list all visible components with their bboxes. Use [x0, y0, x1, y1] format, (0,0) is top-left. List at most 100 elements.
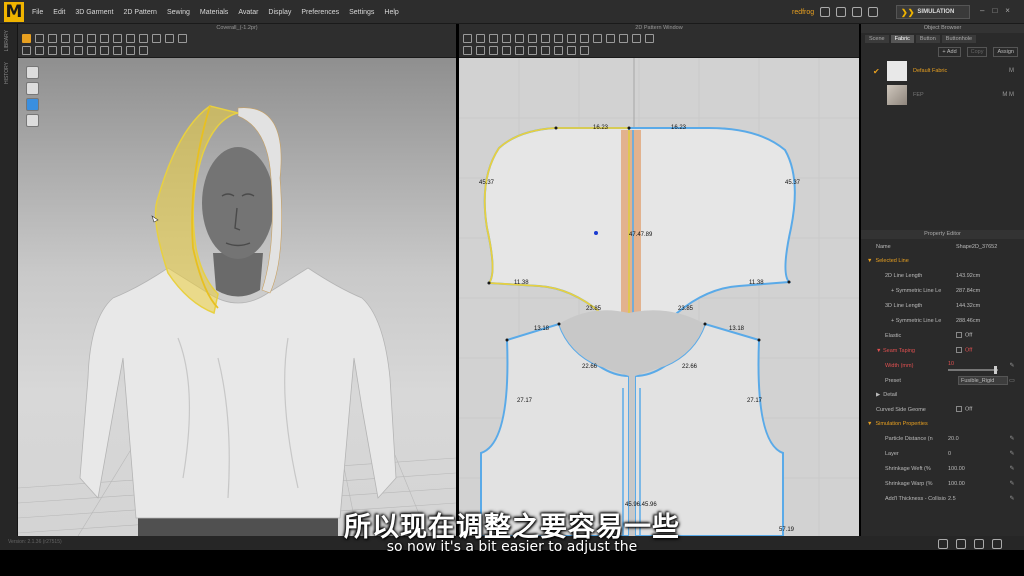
minimize-button[interactable]: –: [980, 6, 984, 15]
view-tool-avatar-icon[interactable]: [26, 66, 39, 79]
slider-thumb[interactable]: [994, 365, 997, 374]
measure-tool-icon[interactable]: [113, 34, 122, 43]
menu-avatar[interactable]: Avatar: [238, 9, 258, 16]
wireframe-icon[interactable]: [126, 46, 135, 55]
help-icon[interactable]: [852, 7, 863, 17]
2d-trace-icon[interactable]: [502, 46, 511, 55]
fabric-item-default[interactable]: ✔ Default Fabric M: [861, 59, 1024, 83]
camera-view-icon[interactable]: [139, 46, 148, 55]
hood-piece-right[interactable]: [628, 127, 796, 344]
maximize-button[interactable]: □: [992, 6, 997, 15]
2d-measure-icon[interactable]: [632, 34, 641, 43]
strain-map-icon[interactable]: [61, 46, 70, 55]
tack-tool-icon[interactable]: [126, 34, 135, 43]
pe-preset-select[interactable]: Fusible_Rigid: [958, 376, 1008, 385]
box-pin-icon[interactable]: [74, 34, 83, 43]
zipper-tool-icon[interactable]: [152, 34, 161, 43]
pe-curved-toggle[interactable]: Off: [956, 406, 1016, 413]
tab-buttonhole[interactable]: Buttonhole: [941, 35, 977, 43]
2d-offset-icon[interactable]: [476, 46, 485, 55]
2d-seam-icon[interactable]: [554, 34, 563, 43]
2d-zipper-icon[interactable]: [541, 46, 550, 55]
2d-internal-line-icon[interactable]: [463, 46, 472, 55]
pe-width-value[interactable]: 10: [948, 361, 1008, 367]
2d-hole-icon[interactable]: [515, 46, 524, 55]
tab-button[interactable]: Button: [915, 35, 940, 43]
move-tool-icon[interactable]: [22, 34, 31, 43]
library-tab[interactable]: LIBRARY: [4, 30, 10, 51]
2d-free-sew-icon[interactable]: [580, 34, 589, 43]
menu-display[interactable]: Display: [268, 9, 291, 16]
pe-thickness-value[interactable]: 2.5: [948, 496, 1008, 502]
eyedropper-icon[interactable]: ✎: [1008, 495, 1016, 502]
menu-3d-garment[interactable]: 3D Garment: [75, 9, 113, 16]
pe-selected-line-section[interactable]: ▼ Selected Line: [861, 254, 1024, 268]
user-icon[interactable]: [868, 7, 879, 17]
user-name[interactable]: redfrog: [792, 9, 814, 16]
menu-materials[interactable]: Materials: [200, 9, 228, 16]
3d-viewport[interactable]: [18, 58, 456, 536]
simulation-button[interactable]: ❯❯ SIMULATION: [896, 5, 970, 19]
transform-tool-icon[interactable]: [48, 34, 57, 43]
2d-annotate-icon[interactable]: [645, 34, 654, 43]
eyedropper-icon[interactable]: ✎: [1008, 465, 1016, 472]
fit-map-icon[interactable]: [74, 46, 83, 55]
garment-display-icon[interactable]: [35, 46, 44, 55]
folder-icon[interactable]: ▭: [1008, 377, 1016, 384]
menu-file[interactable]: File: [32, 9, 43, 16]
texture-tool-icon[interactable]: [178, 34, 187, 43]
2d-dart-icon[interactable]: [541, 34, 550, 43]
menu-2d-pattern[interactable]: 2D Pattern: [123, 9, 156, 16]
2d-segment-sew-icon[interactable]: [567, 34, 576, 43]
2d-pleat-icon[interactable]: [528, 46, 537, 55]
2d-edit-point-icon[interactable]: [476, 34, 485, 43]
2d-rectangle-icon[interactable]: [515, 34, 524, 43]
2d-circle-icon[interactable]: [528, 34, 537, 43]
2d-pin-icon[interactable]: [567, 46, 576, 55]
tab-fabric[interactable]: Fabric: [890, 35, 914, 43]
select-tool-icon[interactable]: [35, 34, 44, 43]
eyedropper-icon[interactable]: ✎: [1008, 480, 1016, 487]
pe-simulation-section[interactable]: ▼ Simulation Properties: [861, 417, 1024, 431]
2d-curve-icon[interactable]: [489, 34, 498, 43]
view-tool-texture-icon[interactable]: [26, 98, 39, 111]
2d-select-icon[interactable]: [463, 34, 472, 43]
add-fabric-button[interactable]: + Add: [938, 47, 961, 57]
tab-scene[interactable]: Scene: [865, 35, 889, 43]
2d-pattern-viewport[interactable]: 16.23 16.23 45.37 45.37 11.38 11.38 23.8…: [459, 58, 859, 536]
eyedropper-icon[interactable]: ✎: [1008, 362, 1016, 369]
menu-preferences[interactable]: Preferences: [301, 9, 339, 16]
render-icon[interactable]: [87, 46, 96, 55]
menu-help[interactable]: Help: [384, 9, 398, 16]
fold-tool-icon[interactable]: [87, 34, 96, 43]
record-icon[interactable]: [820, 7, 831, 17]
fabric-item-fep[interactable]: FEP M M: [861, 83, 1024, 107]
pin-tool-icon[interactable]: [61, 34, 70, 43]
history-tab[interactable]: HISTORY: [4, 62, 10, 84]
close-button[interactable]: ×: [1005, 6, 1010, 15]
eyedropper-icon[interactable]: ✎: [1008, 450, 1016, 457]
camera-icon[interactable]: [836, 7, 847, 17]
particle-icon[interactable]: [113, 46, 122, 55]
pe-width-slider[interactable]: [948, 365, 998, 374]
copy-fabric-button[interactable]: Copy: [966, 47, 988, 57]
pe-seam-taping-toggle[interactable]: Off: [956, 347, 1016, 354]
avatar-display-icon[interactable]: [22, 46, 31, 55]
menu-edit[interactable]: Edit: [53, 9, 65, 16]
arrange-tool-icon[interactable]: [100, 34, 109, 43]
stress-map-icon[interactable]: [48, 46, 57, 55]
menu-settings[interactable]: Settings: [349, 9, 374, 16]
2d-grain-icon[interactable]: [606, 34, 615, 43]
assign-fabric-button[interactable]: Assign: [993, 47, 1018, 57]
pe-elastic-toggle[interactable]: Off: [956, 332, 1016, 339]
shrink-tool-icon[interactable]: [139, 34, 148, 43]
hood-piece-left[interactable]: [483, 127, 630, 344]
2d-texture-icon[interactable]: [619, 34, 628, 43]
2d-polygon-icon[interactable]: [502, 34, 511, 43]
2d-fold-icon[interactable]: [593, 34, 602, 43]
pe-particle-value[interactable]: 20.0: [948, 436, 1008, 442]
menu-sewing[interactable]: Sewing: [167, 9, 190, 16]
mesh-icon[interactable]: [100, 46, 109, 55]
view-tool-garment-icon[interactable]: [26, 82, 39, 95]
view-tool-light-icon[interactable]: [26, 114, 39, 127]
